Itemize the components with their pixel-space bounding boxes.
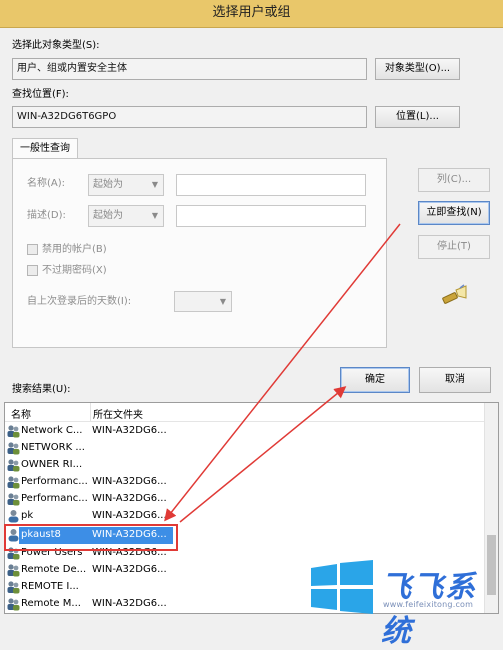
row-name: NETWORK ...	[21, 442, 85, 453]
object-types-button[interactable]: 对象类型(O)...	[375, 58, 460, 80]
table-row[interactable]: pk WIN-A32DG6...	[5, 508, 485, 525]
window-title: 选择用户或组	[212, 5, 291, 20]
column-header-folder[interactable]: 所在文件夹	[93, 406, 143, 421]
description-label: 描述(D):	[27, 210, 66, 221]
row-name: pk	[21, 510, 34, 521]
group-icon	[7, 458, 20, 472]
table-row[interactable]: OWNER RI...	[5, 457, 485, 474]
find-now-button[interactable]: 立即查找(N)	[418, 201, 490, 225]
row-name: OWNER RI...	[21, 459, 83, 470]
object-type-label: 选择此对象类型(S):	[12, 40, 100, 51]
row-folder: WIN-A32DG6...	[92, 476, 167, 487]
chevron-down-icon: ▼	[151, 180, 158, 189]
row-folder: WIN-A32DG6...	[92, 425, 167, 436]
user-icon	[7, 509, 20, 523]
row-name: Remote M...	[21, 598, 81, 609]
table-row[interactable]: Performanc... WIN-A32DG6...	[5, 474, 485, 491]
disabled-accounts-checkbox[interactable]	[27, 244, 38, 255]
search-results-label: 搜索结果(U):	[12, 384, 71, 395]
name-mode-select[interactable]: 起始为 ▼	[88, 174, 164, 196]
column-header-name[interactable]: 名称	[11, 406, 31, 421]
object-type-field: 用户、组或内置安全主体	[12, 58, 367, 80]
days-since-logon-label: 自上次登录后的天数(I):	[27, 296, 132, 307]
row-folder: WIN-A32DG6...	[92, 598, 167, 609]
ok-button[interactable]: 确定	[340, 367, 410, 393]
name-label: 名称(A):	[27, 178, 66, 189]
name-mode-value: 起始为	[93, 179, 123, 190]
locations-button[interactable]: 位置(L)...	[375, 106, 460, 128]
row-name: Performanc...	[21, 493, 88, 504]
search-flashlight-icon	[440, 284, 468, 306]
watermark-url: www.feifeixitong.com	[383, 600, 474, 609]
disabled-accounts-label: 禁用的帐户(B)	[42, 244, 107, 255]
tab-common-queries[interactable]: 一般性查询	[12, 138, 78, 159]
row-folder: WIN-A32DG6...	[92, 493, 167, 504]
annotation-highlight-box	[4, 524, 178, 551]
description-input[interactable]	[176, 205, 366, 227]
chevron-down-icon: ▼	[219, 297, 226, 306]
stop-button[interactable]: 停止(T)	[418, 235, 490, 259]
description-mode-value: 起始为	[93, 210, 123, 221]
group-icon	[7, 441, 20, 455]
location-label: 查找位置(F):	[12, 89, 69, 100]
cancel-button[interactable]: 取消	[419, 367, 491, 393]
row-name: Remote De...	[21, 564, 87, 575]
columns-button[interactable]: 列(C)...	[418, 168, 490, 192]
table-row[interactable]: NETWORK ...	[5, 440, 485, 457]
row-folder: WIN-A32DG6...	[92, 564, 167, 575]
group-icon	[7, 424, 20, 438]
group-icon	[7, 492, 20, 506]
non-expiring-password-checkbox[interactable]	[27, 265, 38, 276]
row-name: REMOTE I...	[21, 581, 79, 592]
group-icon	[7, 580, 20, 594]
watermark-logo: 飞飞系统 www.feifeixitong.com	[305, 560, 503, 649]
title-bar[interactable]: 选择用户或组	[0, 0, 503, 28]
column-divider[interactable]	[90, 403, 91, 421]
table-row[interactable]: Performanc... WIN-A32DG6...	[5, 491, 485, 508]
non-expiring-password-label: 不过期密码(X)	[42, 265, 107, 276]
name-input[interactable]	[176, 174, 366, 196]
location-field: WIN-A32DG6T6GPO	[12, 106, 367, 128]
row-name: Performanc...	[21, 476, 88, 487]
group-icon	[7, 475, 20, 489]
description-mode-select[interactable]: 起始为 ▼	[88, 205, 164, 227]
list-header: 名称 所在文件夹	[5, 403, 498, 422]
table-row[interactable]: Network C... WIN-A32DG6...	[5, 423, 485, 440]
group-icon	[7, 563, 20, 577]
windows-logo-icon	[311, 560, 373, 614]
chevron-down-icon: ▼	[151, 211, 158, 220]
days-since-logon-select[interactable]: ▼	[174, 291, 232, 312]
row-name: Network C...	[21, 425, 83, 436]
row-folder: WIN-A32DG6...	[92, 510, 167, 521]
group-icon	[7, 597, 20, 611]
